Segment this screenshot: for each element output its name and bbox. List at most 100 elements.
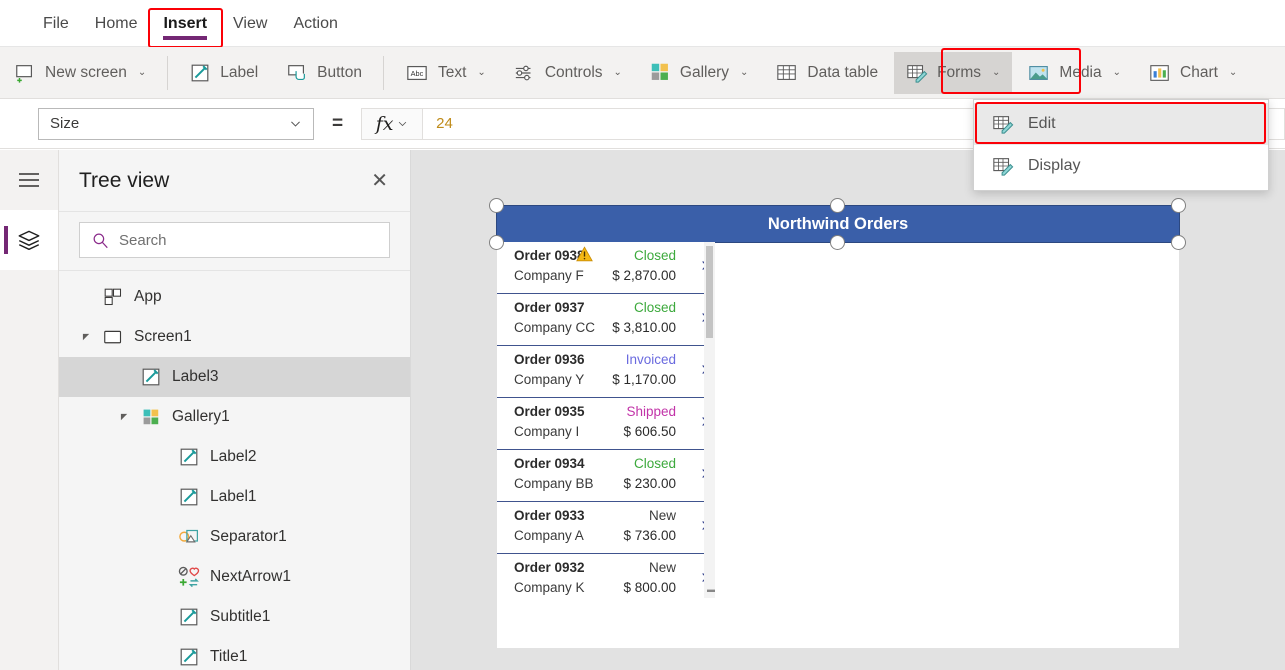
ribbon-item-new-screen[interactable]: New screen ⌄: [2, 52, 158, 94]
menu-item-home[interactable]: Home: [82, 0, 151, 47]
ribbon-item-chart[interactable]: Chart ⌄: [1137, 52, 1249, 94]
menu-item-view[interactable]: View: [220, 0, 280, 47]
tree-view-rail-button[interactable]: [0, 210, 58, 270]
media-image-icon: [1029, 65, 1049, 80]
property-select[interactable]: Size: [38, 107, 314, 140]
orders-gallery[interactable]: Order 0938ClosedCompany F$ 2,870.00›Orde…: [497, 242, 715, 598]
close-icon[interactable]: ✕: [371, 171, 388, 191]
tree-node-label: Label2: [210, 448, 257, 465]
menu-item-label: Insert: [163, 14, 208, 32]
resize-handle-bottom-center[interactable]: [830, 235, 845, 250]
gallery-row-line2: Company CC $ 3,810.00: [514, 320, 715, 340]
tree-view-header: Tree view ✕: [59, 150, 410, 212]
resize-handle-bottom-right[interactable]: [1171, 235, 1186, 250]
screen-icon: [101, 327, 125, 348]
status-badge: Invoiced: [625, 352, 676, 367]
order-title: Order 0934: [514, 456, 585, 471]
ribbon-separator: [167, 55, 169, 90]
fx-button[interactable]: fx: [361, 107, 424, 140]
ribbon-item-label: Label: [220, 63, 259, 81]
resize-handle-top-left[interactable]: [489, 198, 504, 213]
ribbon-item-gallery[interactable]: Gallery ⌄: [638, 52, 761, 94]
gallery-row[interactable]: Order 0932NewCompany K$ 800.00›: [497, 554, 715, 598]
chevron-down-icon: [291, 121, 300, 127]
gallery-row-line2: Company Y $ 1,170.00: [514, 372, 715, 392]
next-arrow-icon: [177, 566, 201, 589]
layers-icon: [18, 230, 40, 251]
gallery-row[interactable]: Order 0937ClosedCompany CC$ 3,810.00›: [497, 294, 715, 346]
tree-node-subtitle1[interactable]: Subtitle1: [59, 597, 410, 637]
chevron-down-icon: ⌄: [1228, 67, 1238, 78]
label-icon: [142, 368, 160, 386]
scroll-down-icon[interactable]: ▬: [707, 586, 715, 594]
tree-node-app[interactable]: App: [59, 277, 410, 317]
menu-item-label: Action: [293, 14, 338, 32]
status-badge: Closed: [633, 456, 676, 471]
ribbon-item-label[interactable]: Label: [177, 52, 270, 94]
ribbon-item-label: Forms: [937, 63, 982, 81]
gallery-row[interactable]: Order 0934ClosedCompany BB$ 230.00›: [497, 450, 715, 502]
twisty-expanded-icon[interactable]: [113, 413, 135, 422]
tree-search-container: Search: [59, 212, 410, 271]
tree-node-label: App: [134, 288, 162, 305]
tree-node-screen1[interactable]: Screen1: [59, 317, 410, 357]
menu-item-insert[interactable]: Insert: [150, 0, 220, 47]
insert-ribbon: New screen ⌄ Label Button Abc Text ⌄ Controls ⌄ G…: [0, 47, 1285, 99]
search-icon: [93, 233, 108, 248]
fx-icon: fx: [375, 112, 394, 135]
ribbon-item-media[interactable]: Media ⌄: [1016, 52, 1133, 94]
forms-dropdown-menu[interactable]: Edit Display: [973, 99, 1269, 191]
equals-sign: =: [332, 112, 344, 134]
gallery-row-line2: Company I $ 606.50: [514, 424, 715, 444]
gallery-row[interactable]: Order 0938ClosedCompany F$ 2,870.00›: [497, 242, 715, 294]
resize-handle-top-center[interactable]: [830, 198, 845, 213]
ribbon-item-button[interactable]: Button: [274, 52, 374, 94]
tree-node-separator1[interactable]: Separator1: [59, 517, 410, 557]
ribbon-item-forms[interactable]: Forms ⌄: [894, 51, 1013, 94]
menu-item-file[interactable]: File: [30, 0, 82, 47]
tree-node-gallery1[interactable]: Gallery1: [59, 397, 410, 437]
ribbon-item-label: Button: [317, 63, 362, 81]
chevron-down-icon: ⌄: [613, 67, 622, 78]
gallery-row-line1: Order 0938 Closed: [514, 248, 715, 268]
chart-bars-icon: [1150, 64, 1169, 81]
label-icon: [180, 608, 198, 626]
ribbon-item-controls[interactable]: Controls ⌄: [502, 52, 634, 94]
tree-node-label: Label1: [210, 488, 257, 505]
ribbon-item-data-table[interactable]: Data table: [764, 52, 890, 94]
gallery-row-line2: Company F $ 2,870.00: [514, 268, 715, 288]
gallery-row[interactable]: Order 0933NewCompany A$ 736.00›: [497, 502, 715, 554]
twisty-expanded-icon[interactable]: [75, 333, 97, 342]
resize-handle-bottom-left[interactable]: [489, 235, 504, 250]
screen-icon: [103, 330, 121, 343]
tree-node-label1[interactable]: Label1: [59, 477, 410, 517]
chevron-down-icon: ⌄: [137, 67, 147, 78]
gallery-row[interactable]: Order 0935ShippedCompany I$ 606.50›: [497, 398, 715, 450]
chevron-down-icon: [399, 121, 407, 127]
chevron-down-icon: ⌄: [740, 67, 749, 78]
resize-handle-top-right[interactable]: [1171, 198, 1186, 213]
dropdown-item-display[interactable]: Display: [974, 145, 1268, 187]
formula-value: 24: [436, 115, 453, 132]
gallery-scrollbar[interactable]: ▬: [704, 242, 715, 598]
hamburger-button[interactable]: [0, 150, 58, 210]
text-abc-icon: Abc: [407, 65, 427, 80]
order-amount: $ 1,170.00: [612, 372, 676, 387]
ribbon-item-text[interactable]: Abc Text ⌄: [393, 52, 498, 94]
app-title-text: Northwind Orders: [767, 214, 909, 233]
gallery-row[interactable]: Order 0936InvoicedCompany Y$ 1,170.00›: [497, 346, 715, 398]
order-title: Order 0937: [514, 300, 585, 315]
tree-view-title: Tree view: [79, 168, 170, 192]
tree-node-label: Label3: [172, 368, 219, 385]
tree-node-nextarrow1[interactable]: NextArrow1: [59, 557, 410, 597]
search-input[interactable]: Search: [79, 222, 390, 258]
status-badge: Closed: [633, 300, 676, 315]
search-placeholder: Search: [119, 231, 167, 249]
menu-item-action[interactable]: Action: [280, 0, 350, 47]
dropdown-item-edit[interactable]: Edit: [974, 103, 1268, 145]
tree-node-label2[interactable]: Label2: [59, 437, 410, 477]
tree-node-title1[interactable]: Title1: [59, 637, 410, 670]
ribbon-separator: [382, 55, 384, 90]
tree-node-label3[interactable]: Label3: [59, 357, 410, 397]
gallery-scrollbar-thumb[interactable]: [706, 246, 713, 338]
